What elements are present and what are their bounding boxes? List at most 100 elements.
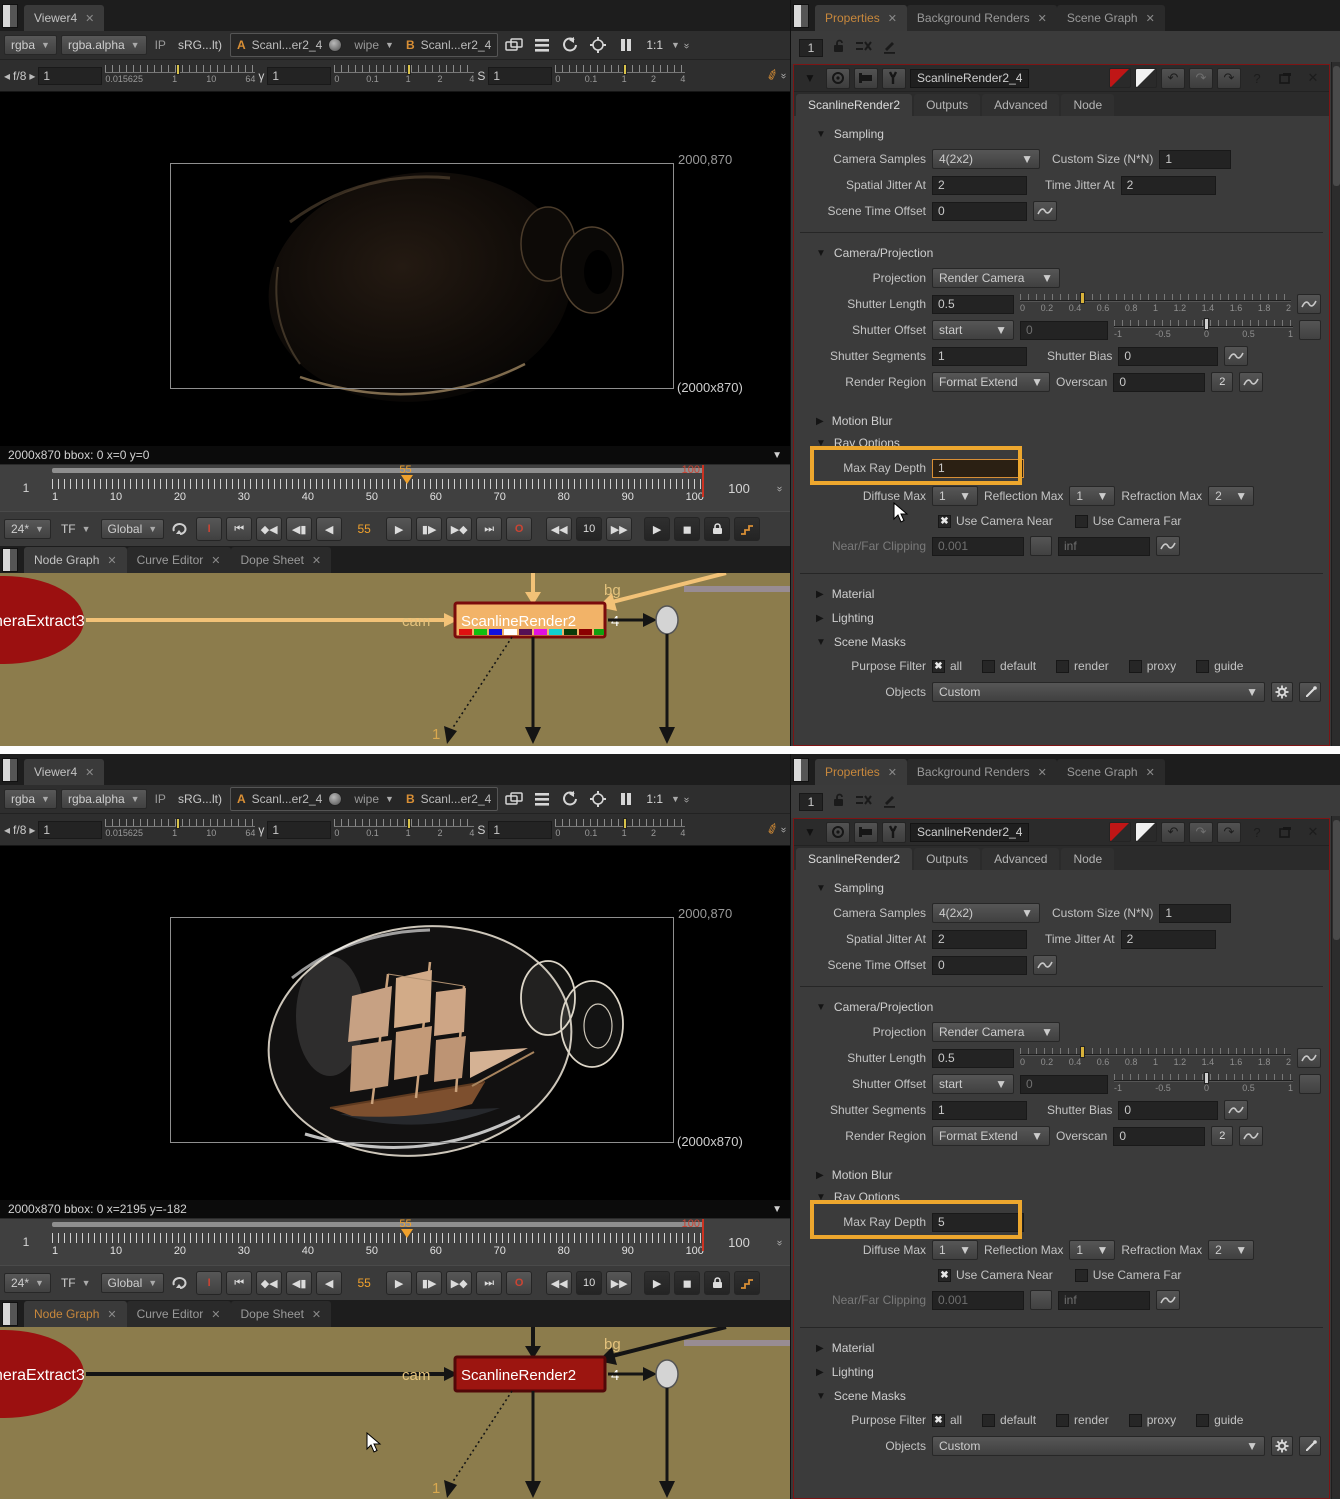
tab-scene-graph[interactable]: Scene Graph✕ xyxy=(1057,5,1165,31)
close-icon[interactable]: ✕ xyxy=(312,1308,321,1321)
tab-dope-sheet[interactable]: Dope Sheet✕ xyxy=(231,1301,332,1327)
flipbook-play-icon[interactable]: ▶ xyxy=(644,517,670,541)
purpose-render-checkbox[interactable]: render xyxy=(1056,659,1109,673)
wire-expression[interactable] xyxy=(452,1391,512,1483)
purpose-guide-checkbox[interactable]: guide xyxy=(1196,1413,1243,1427)
tab-node[interactable]: Node xyxy=(1061,848,1114,870)
blank-button[interactable] xyxy=(1030,536,1052,556)
frame-increment[interactable]: 10 xyxy=(576,517,602,541)
curve-icon[interactable] xyxy=(1224,1100,1248,1120)
section-sampling[interactable]: ▼Sampling xyxy=(794,876,1329,900)
next-arrow-icon[interactable]: ▸ xyxy=(29,823,35,837)
refresh-icon[interactable] xyxy=(558,35,582,55)
lock-icon[interactable] xyxy=(704,517,730,541)
use-camera-far-checkbox[interactable]: Use Camera Far xyxy=(1075,514,1182,528)
gl-color-swatch[interactable] xyxy=(1135,822,1157,842)
pane-split-icon[interactable] xyxy=(793,758,809,782)
gamma-slider[interactable]: 00.1124 xyxy=(334,63,474,89)
section-scene-masks[interactable]: ▼Scene Masks xyxy=(794,630,1329,654)
projection-dropdown[interactable]: Render Camera▼ xyxy=(932,1022,1060,1042)
channels-dropdown[interactable]: rgba▼ xyxy=(4,35,57,55)
eyedropper-icon[interactable] xyxy=(1299,1436,1321,1456)
edit-pencil-icon[interactable] xyxy=(882,793,897,811)
tab-curve-editor[interactable]: Curve Editor✕ xyxy=(127,1301,231,1327)
curve-icon[interactable] xyxy=(1239,372,1263,392)
section-scene-masks[interactable]: ▼Scene Masks xyxy=(794,1384,1329,1408)
help-icon[interactable]: ? xyxy=(1245,68,1269,89)
zoom-level[interactable]: 1:1 xyxy=(642,792,667,806)
render-region-dropdown[interactable]: Format Extend▼ xyxy=(932,1126,1050,1146)
step-forward-button[interactable]: ▮▶ xyxy=(416,1271,442,1295)
max-ray-depth-input[interactable]: 1 xyxy=(932,459,1024,478)
shutter-bias-input[interactable]: 0 xyxy=(1118,347,1218,366)
gain-input[interactable]: 1 xyxy=(38,67,102,85)
tab-properties[interactable]: Properties✕ xyxy=(815,759,907,785)
gain-slider[interactable]: 0.01562511064 xyxy=(105,63,255,89)
tab-scanlinerender2[interactable]: ScanlineRender2 xyxy=(796,94,912,116)
node-color-swatch[interactable] xyxy=(1109,822,1131,842)
purpose-render-checkbox[interactable]: render xyxy=(1056,1413,1109,1427)
in-point-button[interactable]: I xyxy=(196,1271,222,1295)
edit-pencil-icon[interactable] xyxy=(882,39,897,57)
wrench-icon[interactable] xyxy=(882,822,906,843)
tf-dropdown[interactable]: TF▼ xyxy=(55,519,97,539)
close-icon[interactable]: ✕ xyxy=(312,554,321,567)
float-panel-icon[interactable] xyxy=(1273,822,1297,843)
reflection-max-dropdown[interactable]: 1▼ xyxy=(1069,486,1115,506)
dot-node[interactable] xyxy=(656,606,678,634)
max-panels-input[interactable]: 1 xyxy=(799,39,823,57)
prev-arrow-icon[interactable]: ◂ xyxy=(4,823,10,837)
clip-far-input[interactable]: inf xyxy=(1058,1291,1150,1310)
pause-icon[interactable] xyxy=(614,35,638,55)
shutter-offset-dropdown[interactable]: start▼ xyxy=(932,320,1014,340)
wrench-icon[interactable] xyxy=(882,68,906,89)
scene-time-offset-input[interactable]: 0 xyxy=(932,956,1027,975)
goto-end-button[interactable]: ⏭ xyxy=(476,517,502,541)
play-button[interactable]: ▶ xyxy=(386,517,412,541)
fps-dropdown[interactable]: 24*▼ xyxy=(4,1273,51,1293)
curve-icon[interactable] xyxy=(1156,1290,1180,1310)
pane-split-icon[interactable] xyxy=(2,758,18,782)
time-jitter-input[interactable]: 2 xyxy=(1121,930,1216,949)
shutter-segments-input[interactable]: 1 xyxy=(932,347,1027,366)
section-lighting[interactable]: ▶Lighting xyxy=(794,606,1329,630)
step-forward-button[interactable]: ▮▶ xyxy=(416,517,442,541)
node-color-swatch[interactable] xyxy=(1109,68,1131,88)
tab-outputs[interactable]: Outputs xyxy=(914,848,980,870)
purpose-all-checkbox[interactable]: ✖all xyxy=(932,659,962,673)
center-node-icon[interactable] xyxy=(826,68,850,89)
jump-back-button[interactable]: ◀◀ xyxy=(546,517,572,541)
pane-split-icon[interactable] xyxy=(2,548,18,572)
next-arrow-icon[interactable]: ▸ xyxy=(29,69,35,83)
pause-icon[interactable] xyxy=(614,789,638,809)
curve-icon[interactable] xyxy=(1297,294,1321,314)
close-icon[interactable]: ✕ xyxy=(1146,12,1155,25)
status-caret-icon[interactable]: ▼ xyxy=(772,450,782,461)
wipe-dropdown[interactable]: wipe▼ xyxy=(348,789,400,809)
fstop-label[interactable]: f/8 xyxy=(13,69,26,83)
shutter-length-slider[interactable]: 00.20.40.60.811.21.41.61.82 xyxy=(1020,292,1291,316)
purpose-proxy-checkbox[interactable]: proxy xyxy=(1129,659,1176,673)
undo-icon[interactable]: ↶ xyxy=(1161,68,1185,89)
tab-outputs[interactable]: Outputs xyxy=(914,94,980,116)
node-graph-canvas[interactable]: neraExtract3 cam bg ScanlineRender2 4 xyxy=(0,573,790,746)
revert-icon[interactable]: ↷ xyxy=(1217,822,1241,843)
close-icon[interactable]: ✕ xyxy=(888,12,897,25)
section-ray-options[interactable]: ▼Ray Options xyxy=(794,433,1329,453)
center-node-icon[interactable] xyxy=(826,822,850,843)
section-camera-projection[interactable]: ▼Camera/Projection xyxy=(794,995,1329,1019)
close-icon[interactable]: ✕ xyxy=(211,1308,220,1321)
timeline-scrollbar[interactable] xyxy=(52,1222,704,1227)
wire-expression[interactable] xyxy=(452,637,512,729)
channels-dropdown[interactable]: rgba▼ xyxy=(4,789,57,809)
collapse-chevron-icon[interactable]: » xyxy=(778,827,789,832)
refresh-icon[interactable] xyxy=(558,789,582,809)
fstop-label[interactable]: f/8 xyxy=(13,823,26,837)
tab-node-graph[interactable]: Node Graph✕ xyxy=(24,547,127,573)
curve-icon[interactable] xyxy=(1297,1048,1321,1068)
input-process-toggle[interactable]: IP xyxy=(151,38,170,52)
tab-properties[interactable]: Properties✕ xyxy=(815,5,907,31)
pane-split-icon[interactable] xyxy=(793,4,809,28)
revert-icon[interactable]: ↷ xyxy=(1217,68,1241,89)
timeline-ruler[interactable]: 1102030405060708090100 55 100 xyxy=(52,465,704,511)
